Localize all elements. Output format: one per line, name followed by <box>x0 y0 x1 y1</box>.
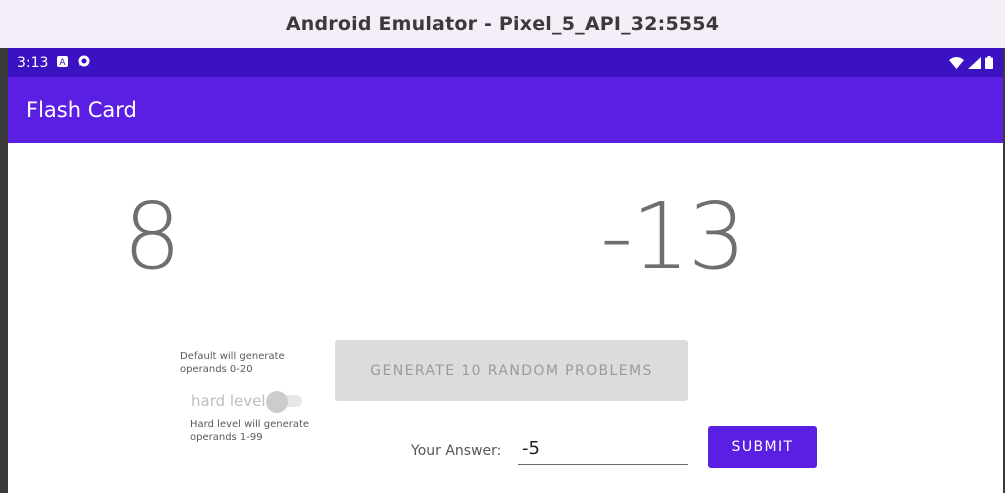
status-time: 3:13 <box>17 54 49 71</box>
generate-problems-button[interactable]: GENERATE 10 RANDOM PROBLEMS <box>335 340 688 401</box>
chat-notification-icon <box>77 53 91 72</box>
submit-button[interactable]: SUBMIT <box>708 426 817 468</box>
status-icons-right <box>949 54 993 73</box>
app-notification-icon: A <box>56 53 69 72</box>
hard-level-help: Hard level will generate operands 1-99 <box>190 419 310 443</box>
svg-text:A: A <box>60 58 67 68</box>
answer-label: Your Answer: <box>411 443 502 459</box>
app-title: Flash Card <box>26 98 137 122</box>
hard-level-toggle[interactable] <box>266 391 304 413</box>
answer-input[interactable] <box>518 432 688 465</box>
window-title-bar: Android Emulator - Pixel_5_API_32:5554 <box>0 0 1005 48</box>
app-bar: Flash Card <box>8 77 1003 143</box>
default-level-help: Default will generate operands 0-20 <box>180 351 285 375</box>
signal-icon <box>968 54 981 73</box>
window-title: Android Emulator - Pixel_5_API_32:5554 <box>285 13 720 35</box>
battery-icon <box>985 54 993 73</box>
status-bar: 3:13 A <box>8 48 1003 77</box>
hard-level-label: hard level <box>191 392 266 410</box>
toggle-thumb[interactable] <box>266 391 288 413</box>
wifi-icon <box>949 54 964 73</box>
operand-2: -13 <box>600 183 746 290</box>
operand-1: 8 <box>123 183 182 290</box>
device-screen: 3:13 A Flash Card 8 -13 Default will gen… <box>8 48 1003 493</box>
